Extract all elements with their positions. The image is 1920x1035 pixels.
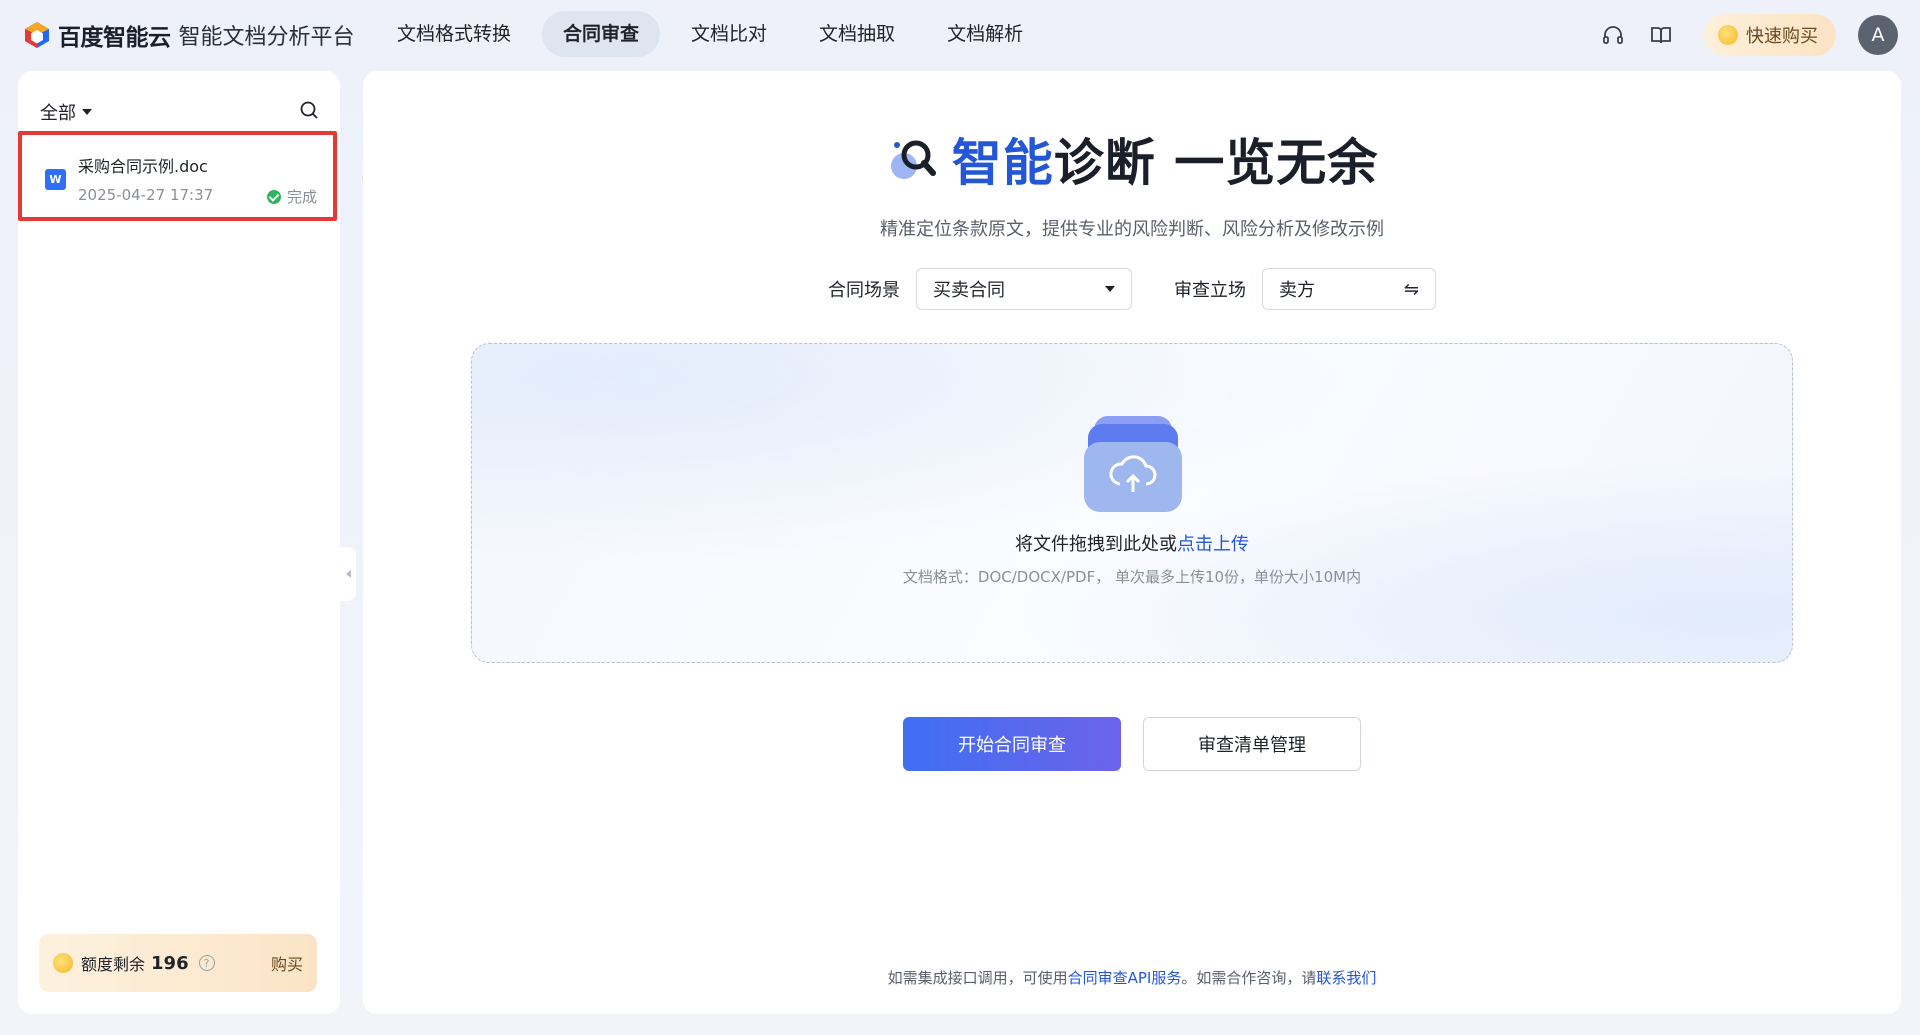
brand-name: 百度智能云 bbox=[58, 25, 171, 51]
checklist-manage-button[interactable]: 审查清单管理 bbox=[1143, 717, 1361, 771]
sidebar-collapse-handle[interactable] bbox=[340, 547, 356, 601]
hero: 智能 诊断 一览无余 精准定位条款原文，提供专业的风险判断、风险分析及修改示例 bbox=[363, 123, 1901, 241]
quota-panel: 额度剩余 196 ? 购买 bbox=[39, 934, 317, 992]
swap-icon[interactable]: ⇋ bbox=[1404, 279, 1419, 300]
footer-middle: 。如需合作咨询，请 bbox=[1181, 969, 1317, 987]
file-name: 采购合同示例.doc bbox=[78, 157, 208, 176]
hero-title: 智能 诊断 一览无余 bbox=[886, 123, 1378, 195]
hero-title-rest: 诊断 一览无余 bbox=[1053, 134, 1379, 192]
footer-note: 如需集成接口调用，可使用合同审查API服务。如需合作咨询，请联系我们 bbox=[363, 967, 1901, 988]
click-upload-link[interactable]: 点击上传 bbox=[1177, 534, 1249, 555]
upload-text: 将文件拖拽到此处或点击上传 bbox=[472, 530, 1792, 556]
product-name: 智能文档分析平台 bbox=[178, 25, 355, 50]
nav-format-convert[interactable]: 文档格式转换 bbox=[376, 11, 532, 57]
main-panel: 智能 诊断 一览无余 精准定位条款原文，提供专业的风险判断、风险分析及修改示例 … bbox=[363, 71, 1901, 1014]
top-right-actions: 快速购买 A bbox=[1596, 12, 1920, 58]
file-filter-dropdown[interactable]: 全部 bbox=[40, 99, 92, 125]
caret-down-icon bbox=[82, 109, 92, 115]
cloud-upload-icon bbox=[1084, 416, 1182, 512]
nav-doc-extract[interactable]: 文档抽取 bbox=[798, 11, 916, 57]
baidu-cloud-logo-icon bbox=[25, 22, 49, 48]
scene-select[interactable]: 买卖合同 bbox=[916, 268, 1132, 310]
scene-label: 合同场景 bbox=[828, 280, 900, 301]
file-list-item[interactable]: W 采购合同示例.doc 2025-04-27 17:37 完成 bbox=[18, 131, 337, 221]
nav-contract-review[interactable]: 合同审查 bbox=[542, 11, 661, 57]
nav-doc-parse[interactable]: 文档解析 bbox=[926, 11, 1044, 57]
stance-label: 审查立场 bbox=[1174, 280, 1246, 301]
review-options: 合同场景 买卖合同 审查立场 卖方 ⇋ bbox=[363, 268, 1901, 310]
api-service-link[interactable]: 合同审查API服务 bbox=[1068, 969, 1182, 987]
contact-us-link[interactable]: 联系我们 bbox=[1316, 969, 1376, 987]
file-filter-label: 全部 bbox=[40, 103, 76, 124]
upload-dropzone[interactable]: 将文件拖拽到此处或点击上传 文档格式：DOC/DOCX/PDF， 单次最多上传1… bbox=[471, 343, 1793, 663]
coin-icon bbox=[1718, 25, 1738, 45]
file-status: 完成 bbox=[266, 186, 317, 207]
upload-instruction: 将文件拖拽到此处或 bbox=[1015, 534, 1177, 555]
magnifier-icon bbox=[890, 140, 936, 179]
chevron-left-icon bbox=[345, 570, 351, 578]
file-date: 2025-04-27 17:37 bbox=[78, 186, 214, 204]
quota-label: 额度剩余 bbox=[81, 955, 146, 974]
quota-value: 196 bbox=[151, 952, 189, 974]
hero-subtitle: 精准定位条款原文，提供专业的风险判断、风险分析及修改示例 bbox=[880, 219, 1384, 240]
check-circle-icon bbox=[266, 189, 281, 204]
book-icon[interactable] bbox=[1644, 18, 1678, 52]
avatar[interactable]: A bbox=[1858, 15, 1898, 55]
quota-buy-link[interactable]: 购买 bbox=[271, 951, 303, 975]
start-review-button[interactable]: 开始合同审查 bbox=[903, 717, 1121, 771]
help-icon[interactable]: ? bbox=[198, 955, 215, 971]
stance-value: 卖方 bbox=[1279, 280, 1315, 301]
hero-title-highlight: 智能 bbox=[951, 134, 1054, 192]
stance-select[interactable]: 卖方 ⇋ bbox=[1262, 268, 1436, 310]
action-buttons: 开始合同审查 审查清单管理 bbox=[363, 717, 1901, 771]
file-status-label: 完成 bbox=[286, 188, 317, 206]
footer-prefix: 如需集成接口调用，可使用 bbox=[887, 969, 1068, 987]
logo[interactable]: 百度智能云 智能文档分析平台 bbox=[22, 18, 355, 52]
headset-icon[interactable] bbox=[1596, 18, 1630, 52]
sidebar: 全部 W 采购合同示例.doc 2025-04-27 17:37 完成 额度剩余… bbox=[18, 71, 340, 1014]
top-bar: 百度智能云 智能文档分析平台 文档格式转换 合同审查 文档比对 文档抽取 文档解… bbox=[0, 0, 1920, 70]
main-nav: 文档格式转换 合同审查 文档比对 文档抽取 文档解析 bbox=[376, 11, 1054, 57]
scene-value: 买卖合同 bbox=[933, 280, 1005, 301]
quick-buy-button[interactable]: 快速购买 bbox=[1704, 14, 1836, 56]
word-doc-icon: W bbox=[45, 169, 66, 190]
caret-down-icon bbox=[1105, 286, 1115, 292]
nav-doc-compare[interactable]: 文档比对 bbox=[670, 11, 788, 57]
search-icon[interactable] bbox=[298, 99, 320, 121]
upload-hint: 文档格式：DOC/DOCX/PDF， 单次最多上传10份，单份大小10M内 bbox=[902, 568, 1362, 586]
coin-icon bbox=[53, 953, 73, 973]
quick-buy-label: 快速购买 bbox=[1746, 26, 1818, 47]
